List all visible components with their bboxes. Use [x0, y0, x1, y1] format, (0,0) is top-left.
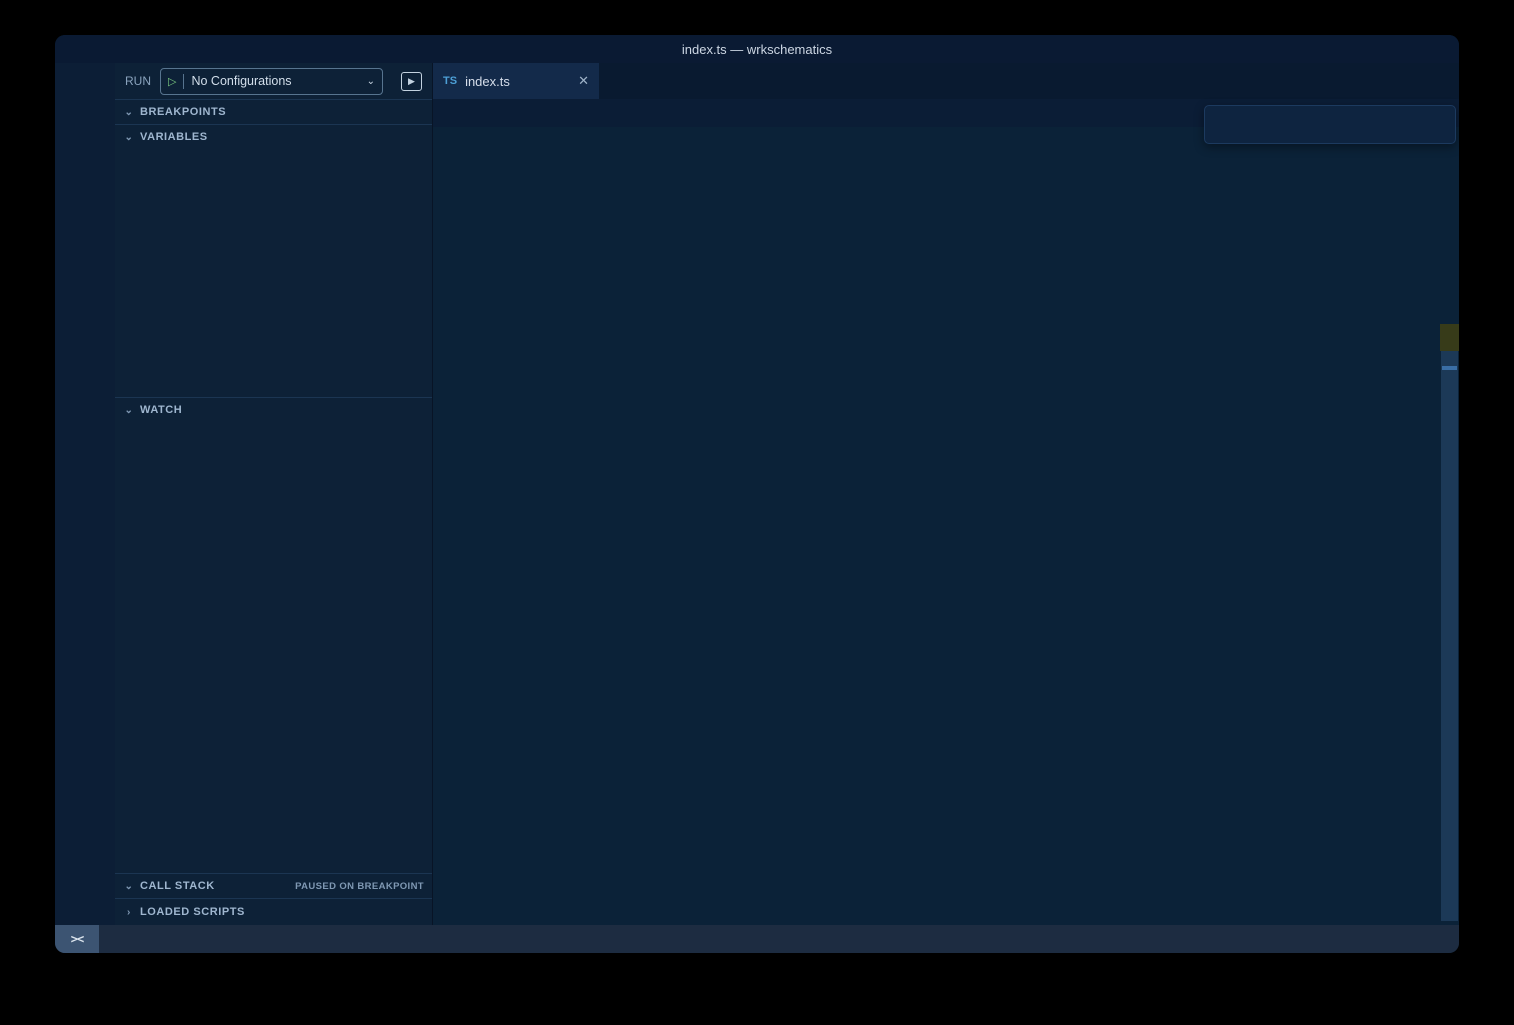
scrollbar-slider[interactable] — [1441, 351, 1458, 921]
zoom-window-button[interactable] — [111, 43, 124, 56]
status-bar: >< — [55, 925, 1459, 953]
vscode-window: index.ts — wrkschematics RUN ▷ No Config… — [55, 35, 1459, 953]
editor-scrollbar[interactable] — [1440, 127, 1459, 925]
variables-section-header[interactable]: ⌄ VARIABLES — [115, 124, 432, 149]
watch-title: WATCH — [140, 404, 182, 416]
minimize-window-button[interactable] — [90, 43, 103, 56]
chevron-down-icon: ⌄ — [123, 132, 135, 143]
paused-status: PAUSED ON BREAKPOINT — [295, 881, 424, 892]
chevron-down-icon: ⌄ — [123, 881, 135, 892]
loaded-scripts-section-header[interactable]: › LOADED SCRIPTS — [115, 898, 432, 925]
close-tab-icon[interactable]: ✕ — [578, 73, 589, 89]
close-window-button[interactable] — [69, 43, 82, 56]
watch-section-header[interactable]: ⌄ WATCH — [115, 397, 432, 422]
activity-bar — [55, 63, 115, 925]
variables-title: VARIABLES — [140, 131, 208, 143]
call-stack-section-header[interactable]: ⌄ CALL STACK PAUSED ON BREAKPOINT — [115, 873, 432, 898]
overview-current-line-mark — [1440, 324, 1459, 351]
tab-bar: TS index.ts ✕ — [433, 63, 1459, 99]
editor-group: TS index.ts ✕ — [433, 63, 1459, 925]
chevron-down-icon: ⌄ — [123, 405, 135, 416]
start-debug-icon[interactable]: ▷ — [168, 75, 176, 88]
chevron-down-icon: ⌄ — [367, 76, 375, 87]
remote-indicator[interactable]: >< — [55, 925, 99, 953]
run-label: RUN — [125, 74, 151, 88]
tab-label: index.ts — [465, 74, 570, 89]
debug-console-button[interactable]: ▶ — [401, 72, 422, 91]
window-title: index.ts — wrkschematics — [682, 42, 832, 57]
title-bar: index.ts — wrkschematics — [55, 35, 1459, 63]
debug-sidebar: RUN ▷ No Configurations ⌄ ▶ ⌄ BREAKPOINT… — [115, 63, 433, 925]
launch-configuration-dropdown[interactable]: ▷ No Configurations ⌄ — [160, 68, 383, 95]
configuration-label: No Configurations — [191, 74, 359, 88]
call-stack-title: CALL STACK — [140, 880, 215, 892]
breakpoints-title: BREAKPOINTS — [140, 106, 226, 118]
divider — [183, 74, 184, 89]
run-bar: RUN ▷ No Configurations ⌄ ▶ — [115, 63, 432, 99]
chevron-down-icon: ⌄ — [123, 107, 135, 118]
traffic-lights — [69, 35, 124, 63]
loaded-scripts-title: LOADED SCRIPTS — [140, 906, 245, 918]
tab-index-ts[interactable]: TS index.ts ✕ — [433, 63, 599, 99]
breakpoints-section-header[interactable]: ⌄ BREAKPOINTS — [115, 99, 432, 124]
debug-toolbar — [1204, 105, 1456, 144]
code-editor[interactable] — [433, 127, 1459, 925]
watch-body — [115, 422, 432, 873]
chevron-right-icon: › — [123, 907, 135, 918]
overview-cursor-mark — [1442, 366, 1457, 370]
typescript-file-icon: TS — [443, 75, 457, 87]
